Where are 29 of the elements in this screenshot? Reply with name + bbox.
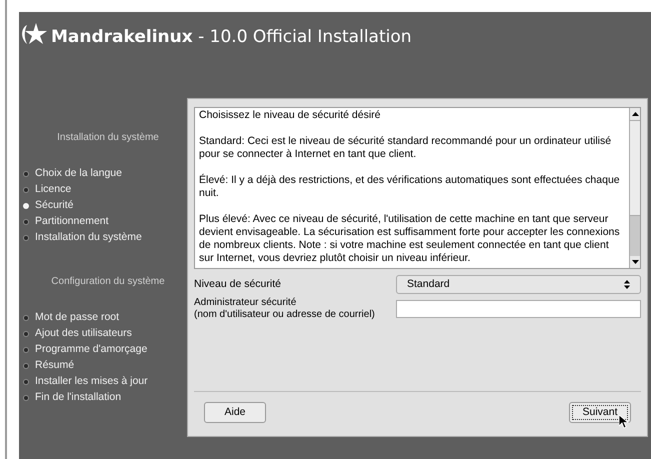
section-heading: Installation du système — [56, 131, 160, 145]
step-label: Installation du système — [35, 230, 142, 246]
step-label: Ajout des utilisateurs — [35, 326, 132, 342]
spinner-arrows-icon — [624, 280, 630, 289]
field-label: Administrateur sécurité (nom d'utilisateur ou adresse de courriel) — [194, 297, 376, 321]
section-heading: Configuration du système — [50, 275, 166, 289]
input-field[interactable] — [396, 300, 641, 318]
description-paragraph: Choisissez le niveau de sécurité désiré — [199, 109, 382, 122]
step-label: Choix de la langue — [35, 166, 122, 182]
scroll-up-icon[interactable] — [632, 112, 638, 116]
step-label: Partitionnement — [35, 214, 109, 230]
description-paragraph: Plus élevé: Avec ce niveau de sécurité, l'utilisation de cette machine en tant que serveur devient envisageable. La sécurisation est suffisamment forte pour accepter les connexions de nombreux clients. Note : si votre machine est seulement connectée en tant que client sur Internet, vous devriez plutôt choisir un niveau inférieur. — [199, 213, 621, 265]
step-label: Fin de l'installation — [35, 390, 122, 406]
description-paragraph: Élevé: Il y a déjà des restrictions, et des vérifications automatiques sont effectuées chaque nuit. — [199, 174, 621, 200]
field-label: Niveau de sécurité — [194, 276, 282, 292]
step-label: Sécurité — [35, 198, 74, 214]
product-title: Mandrakelinux - 10.0 Official Installation — [51, 26, 412, 48]
step-label: Programme d'amorçage — [35, 342, 148, 358]
description-paragraph: Standard: Ceci est le niveau de sécurité standard recommandé pour un ordinateur utilisé pour se connecter à Internet en tant que client. — [199, 135, 612, 161]
scroll-down-icon[interactable] — [632, 260, 638, 264]
step-label: Résumé — [35, 358, 74, 374]
mouse-pointer-icon — [619, 415, 629, 429]
security-level-select[interactable]: Standard — [396, 275, 641, 294]
step-label: Installer les mises à jour — [35, 374, 148, 390]
help-button[interactable]: Aide — [204, 402, 266, 423]
step-label: Licence — [35, 182, 72, 198]
scrollbar-thumb[interactable] — [630, 120, 640, 216]
step-label: Mot de passe root — [35, 310, 120, 326]
next-button[interactable]: Suivant — [569, 402, 631, 423]
